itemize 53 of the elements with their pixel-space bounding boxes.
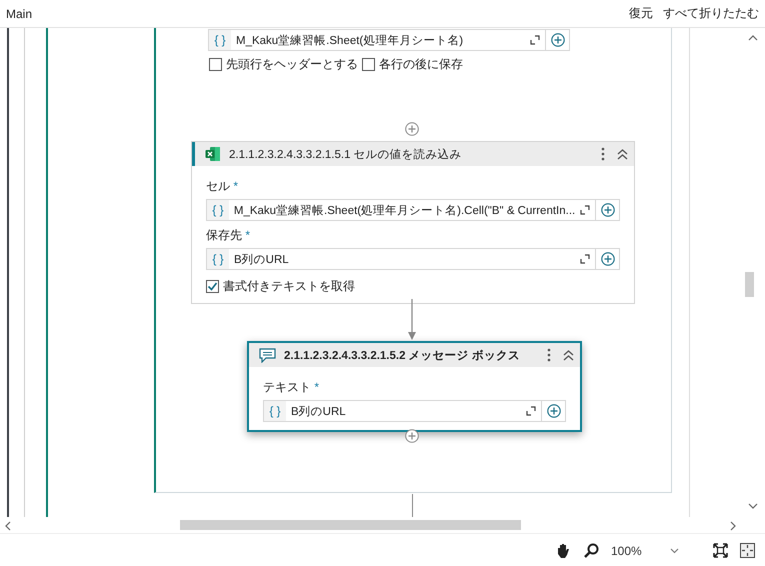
more-icon[interactable] bbox=[547, 348, 551, 362]
fit-screen-icon[interactable] bbox=[713, 543, 728, 558]
expression-field[interactable]: { } B列のURL bbox=[206, 248, 620, 270]
checkbox[interactable] bbox=[209, 58, 222, 71]
expand-icon[interactable] bbox=[580, 254, 590, 264]
expression-field[interactable]: { } B列のURL bbox=[263, 400, 566, 422]
scrollbar-thumb[interactable] bbox=[180, 520, 521, 530]
connector-arrow bbox=[407, 299, 417, 341]
scroll-right-icon[interactable] bbox=[730, 521, 737, 531]
expand-icon[interactable] bbox=[530, 35, 540, 45]
scroll-left-icon[interactable] bbox=[4, 521, 11, 531]
expression-icon: { } bbox=[207, 249, 229, 269]
field-label: セル * bbox=[206, 178, 240, 195]
activity-card[interactable]: 2.1.1.2.3.2.4.3.3.2.1.5.2 メッセージ ボックス テキスト * { } B列のURL bbox=[247, 341, 582, 432]
scroll-down-icon[interactable] bbox=[748, 503, 758, 510]
scrollbar-thumb[interactable] bbox=[745, 272, 754, 297]
expression-icon: { } bbox=[264, 401, 286, 421]
activity-title: 2.1.1.2.3.2.4.3.3.2.1.5.1 セルの値を読み込み bbox=[229, 148, 463, 162]
expression-icon: { } bbox=[207, 200, 229, 220]
checkbox-label: 各行の後に保存 bbox=[379, 56, 463, 73]
checkbox[interactable] bbox=[362, 58, 375, 71]
tab-title: Main bbox=[6, 6, 34, 20]
expression-icon: { } bbox=[209, 30, 231, 50]
expression-field[interactable]: { } M_Kaku堂練習帳.Sheet(処理年月シート名).Cell("B" & CurrentIn... bbox=[206, 199, 620, 221]
add-icon[interactable] bbox=[405, 429, 419, 443]
collapse-icon[interactable] bbox=[563, 350, 574, 360]
expression-field[interactable]: { } M_Kaku堂練習帳.Sheet(処理年月シート名) bbox=[208, 29, 570, 51]
expand-icon[interactable] bbox=[580, 205, 590, 215]
search-icon[interactable] bbox=[583, 542, 599, 558]
overview-icon[interactable] bbox=[740, 543, 755, 558]
chat-bubble-icon bbox=[259, 348, 276, 362]
add-icon[interactable] bbox=[550, 33, 564, 47]
hand-icon[interactable] bbox=[555, 542, 571, 558]
checkbox[interactable] bbox=[206, 280, 219, 293]
field-label: 保存先 * bbox=[206, 227, 252, 244]
spreadsheet-icon bbox=[205, 146, 221, 162]
field-label: テキスト * bbox=[263, 379, 320, 396]
add-icon[interactable] bbox=[600, 203, 615, 217]
activity-card[interactable]: 2.1.1.2.3.2.4.3.3.2.1.5.1 セルの値を読み込み セル * { } M_Kaku堂練習帳.Sheet(処理年月シート名).Cell("B" & CurrentIn... 保存先 * { } B列のURL 書式付きテキストを取得 bbox=[191, 141, 635, 304]
more-icon[interactable] bbox=[601, 147, 605, 161]
chevron-down-icon[interactable] bbox=[670, 548, 679, 554]
add-icon[interactable] bbox=[405, 122, 419, 136]
checkbox-label: 先頭行をヘッダーとする bbox=[226, 56, 358, 73]
activity-title: 2.1.1.2.3.2.4.3.3.2.1.5.2 メッセージ ボックス bbox=[284, 348, 521, 362]
scroll-up-icon[interactable] bbox=[748, 34, 758, 41]
header-link[interactable]: すべて折りたたむ bbox=[663, 5, 759, 22]
add-icon[interactable] bbox=[546, 404, 560, 418]
zoom-dropdown[interactable]: 100% bbox=[611, 544, 701, 558]
header-link[interactable]: 復元 bbox=[629, 5, 653, 22]
expand-icon[interactable] bbox=[526, 406, 536, 416]
checkbox-label: 書式付きテキストを取得 bbox=[223, 278, 355, 295]
add-icon[interactable] bbox=[600, 252, 614, 266]
collapse-icon[interactable] bbox=[617, 148, 628, 160]
